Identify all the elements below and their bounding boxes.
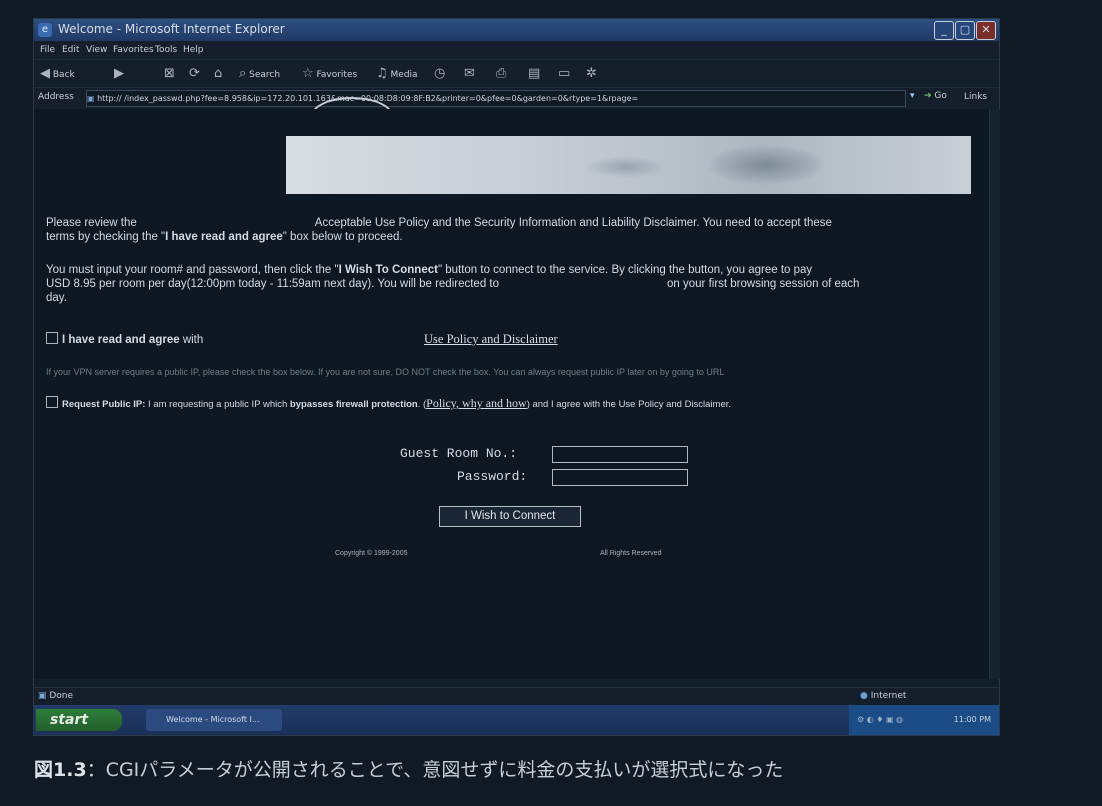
messenger-button[interactable]: ✲ xyxy=(586,66,597,82)
agree-label: I have read and agree xyxy=(62,334,180,346)
rights-text: All Rights Reserved xyxy=(600,550,662,557)
page-done-icon: ▣ xyxy=(38,691,50,701)
menu-tools[interactable]: Tools xyxy=(155,45,177,55)
ie-icon: e xyxy=(38,23,52,37)
dropdown-arrow-icon[interactable]: ▾ xyxy=(910,91,915,101)
status-bar: ▣ Done ● Internet xyxy=(34,687,999,706)
back-arrow-icon: ◀ xyxy=(40,66,50,81)
discuss-icon: ▭ xyxy=(558,66,571,81)
discuss-button[interactable]: ▭ xyxy=(558,66,570,82)
banner-image xyxy=(286,136,971,194)
minimize-button[interactable]: _ xyxy=(934,21,954,40)
home-icon: ⌂ xyxy=(214,66,223,81)
links-button[interactable]: Links xyxy=(964,92,987,102)
print-icon: ⎙ xyxy=(496,66,507,81)
page-content: Please review the Acceptable Use Policy a… xyxy=(34,109,989,679)
figure-number: 図1.3 xyxy=(34,759,87,781)
maximize-button[interactable]: ▢ xyxy=(955,21,975,40)
tray-icons: ⚙ ◐ ♦ ▣ ◍ xyxy=(857,715,904,724)
figure-caption: 図1.3：CGIパラメータが公開されることで、意図せずに料金の支払いが選択式にな… xyxy=(34,755,783,782)
public-ip-checkbox[interactable] xyxy=(46,396,58,408)
page-icon: ▣ xyxy=(87,94,98,103)
agree-row: I have read and agree with xyxy=(46,332,203,347)
copyright-text: Copyright © 1999-2005 xyxy=(335,550,408,557)
clock: 11:00 PM xyxy=(953,715,991,724)
close-button[interactable]: ✕ xyxy=(976,21,996,40)
print-button[interactable]: ⎙ xyxy=(496,66,506,82)
taskbar-item-ie[interactable]: Welcome - Microsoft I... xyxy=(146,709,282,731)
star-icon: ☆ xyxy=(302,66,314,81)
internet-zone: ● Internet xyxy=(860,691,907,701)
mail-button[interactable]: ✉ xyxy=(464,66,475,82)
caption-text: ：CGIパラメータが公開されることで、意図せずに料金の支払いが選択式になった xyxy=(86,759,784,781)
toolbar: ◀ Back ▶ ⊠ ⟳ ⌂ ⌕ Search ☆ Favorites ♫ Me… xyxy=(34,59,999,88)
menu-view[interactable]: View xyxy=(86,45,107,55)
password-input[interactable] xyxy=(552,469,688,486)
media-icon: ♫ xyxy=(376,66,388,81)
taskbar: start Welcome - Microsoft I... ⚙ ◐ ♦ ▣ ◍… xyxy=(34,705,999,735)
vertical-scrollbar[interactable] xyxy=(989,109,1000,679)
edit-button[interactable]: ▤ xyxy=(528,66,540,82)
connect-button[interactable]: I Wish to Connect xyxy=(439,506,581,527)
payment-paragraph: You must input your room# and password, … xyxy=(46,264,860,304)
messenger-icon: ✲ xyxy=(586,66,597,81)
address-label: Address xyxy=(38,92,74,102)
intro-paragraph: Please review the Acceptable Use Policy a… xyxy=(46,217,832,243)
mail-icon: ✉ xyxy=(464,66,475,81)
stop-icon: ⊠ xyxy=(164,66,175,81)
refresh-button[interactable]: ⟳ xyxy=(189,66,200,82)
browser-screen: e Welcome - Microsoft Internet Explorer … xyxy=(33,18,1000,736)
room-label: Guest Room No.: xyxy=(400,446,518,461)
globe-icon: ● xyxy=(860,691,871,701)
address-bar: Address ▣ http:// /index_passwd.php?fee=… xyxy=(34,87,999,108)
menu-file[interactable]: File xyxy=(40,45,55,55)
search-button[interactable]: ⌕ Search xyxy=(239,66,280,82)
menu-help[interactable]: Help xyxy=(183,45,204,55)
go-arrow-icon: ➔ xyxy=(924,91,935,101)
menu-bar: File Edit View Favorites Tools Help xyxy=(34,41,999,59)
menu-edit[interactable]: Edit xyxy=(62,45,79,55)
home-button[interactable]: ⌂ xyxy=(214,66,222,82)
address-input[interactable]: ▣ http:// /index_passwd.php?fee=8.958&ip… xyxy=(86,90,906,107)
back-button[interactable]: ◀ Back xyxy=(40,66,75,82)
edit-icon: ▤ xyxy=(528,66,541,81)
banner-palm-image xyxy=(706,144,826,186)
media-button[interactable]: ♫ Media xyxy=(376,66,418,82)
window-title: Welcome - Microsoft Internet Explorer xyxy=(58,22,285,36)
status-text: ▣ Done xyxy=(38,691,74,701)
policy-why-how-link[interactable]: Policy, why and how xyxy=(426,396,527,410)
vpn-note: If your VPN server requires a public IP,… xyxy=(46,367,725,377)
stop-button[interactable]: ⊠ xyxy=(164,66,175,82)
agree-checkbox[interactable] xyxy=(46,332,58,344)
menu-favorites[interactable]: Favorites xyxy=(113,45,154,55)
policy-link[interactable]: Use Policy and Disclaimer xyxy=(424,332,558,346)
go-button[interactable]: ➔ Go xyxy=(924,91,947,101)
refresh-icon: ⟳ xyxy=(189,66,200,81)
banner-decoration xyxy=(586,156,666,178)
system-tray: ⚙ ◐ ♦ ▣ ◍ 11:00 PM xyxy=(849,705,999,735)
history-button[interactable]: ◷ xyxy=(434,66,445,82)
forward-button[interactable]: ▶ xyxy=(114,66,124,82)
title-bar: e Welcome - Microsoft Internet Explorer … xyxy=(34,19,999,41)
search-icon: ⌕ xyxy=(239,66,247,81)
favorites-button[interactable]: ☆ Favorites xyxy=(302,66,357,82)
room-number-input[interactable] xyxy=(552,446,688,463)
forward-arrow-icon: ▶ xyxy=(114,66,124,81)
password-label: Password: xyxy=(457,469,528,484)
history-icon: ◷ xyxy=(434,66,446,81)
start-button[interactable]: start xyxy=(36,709,122,731)
public-ip-row: Request Public IP: I am requesting a pub… xyxy=(46,396,731,412)
